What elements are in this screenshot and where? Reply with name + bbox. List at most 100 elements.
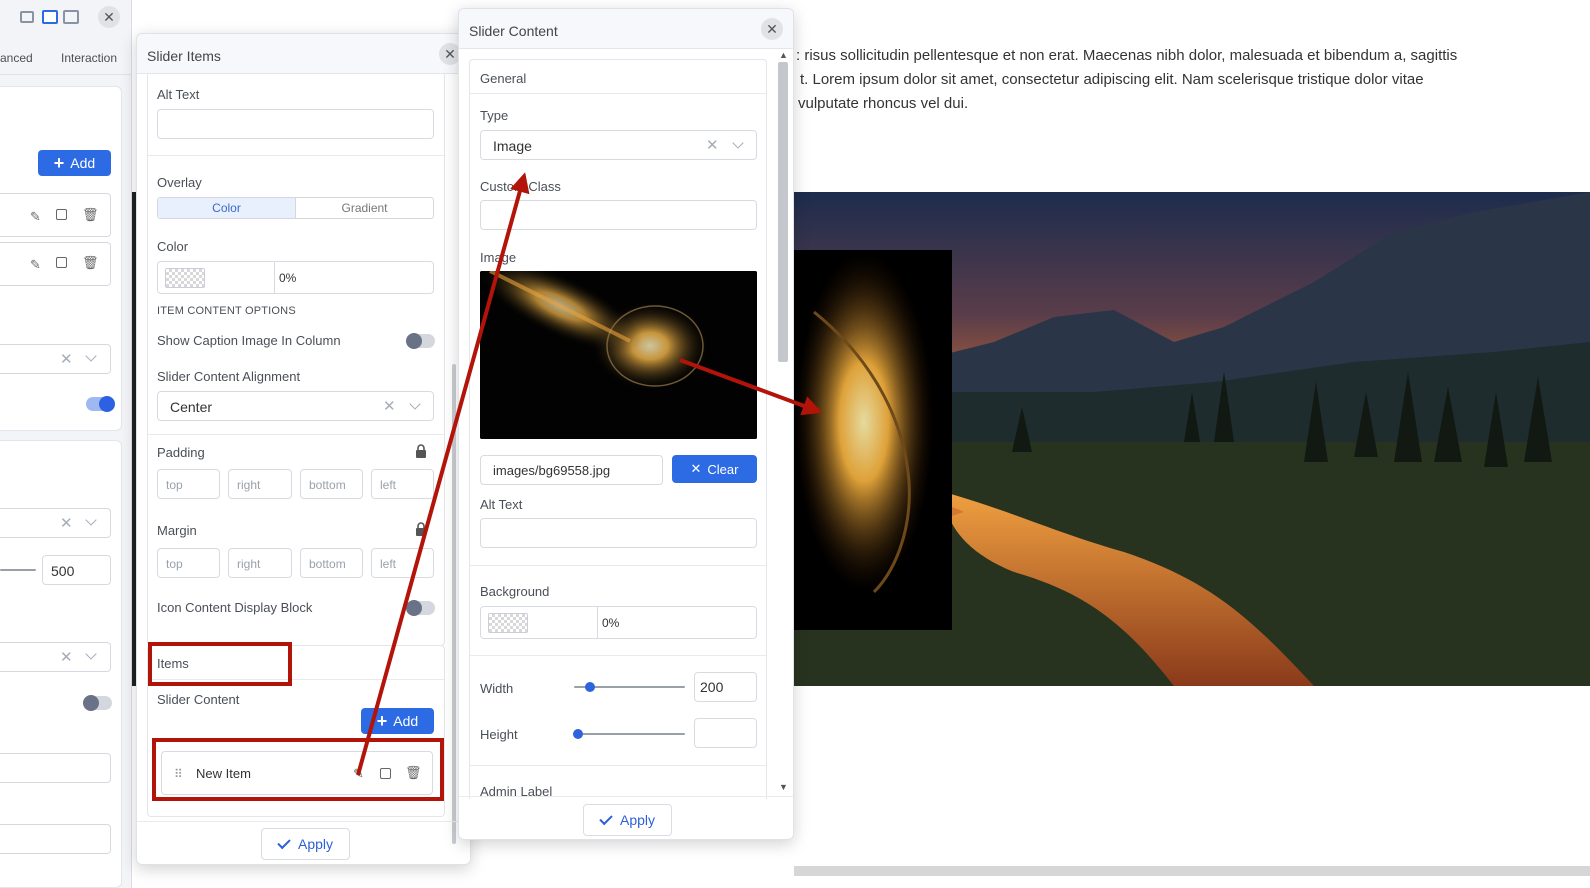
- slider-background-image: [794, 192, 1590, 686]
- background-label: Background: [480, 584, 550, 599]
- chevron-down-icon[interactable]: [409, 398, 421, 410]
- add-button[interactable]: + Add: [38, 150, 111, 176]
- clear-icon[interactable]: ✕: [60, 514, 73, 532]
- clear-icon[interactable]: ✕: [383, 397, 396, 415]
- layout-medium-icon[interactable]: [42, 10, 58, 24]
- tab-advanced[interactable]: anced: [0, 51, 33, 65]
- margin-label: Margin: [157, 523, 197, 538]
- overlay-label: Overlay: [157, 175, 202, 190]
- color-label: Color: [157, 239, 189, 254]
- alt-text-label: Alt Text: [480, 497, 523, 512]
- trash-icon[interactable]: 🗑: [82, 207, 99, 222]
- alignment-select[interactable]: Center ✕: [157, 391, 434, 421]
- trash-icon[interactable]: 🗑: [82, 255, 99, 270]
- divider: [137, 821, 470, 822]
- height-slider-thumb[interactable]: [573, 729, 583, 739]
- add-button-label: Add: [70, 155, 96, 171]
- color-swatch[interactable]: [165, 268, 205, 288]
- edit-icon[interactable]: ✎: [30, 209, 44, 224]
- duplicate-icon[interactable]: [56, 209, 67, 220]
- range-slider-track[interactable]: [0, 569, 36, 571]
- check-icon: [277, 835, 291, 849]
- color-swatch[interactable]: [488, 613, 528, 633]
- duplicate-icon[interactable]: [56, 257, 67, 268]
- text-input[interactable]: [0, 753, 111, 783]
- background-color-picker[interactable]: 0%: [480, 606, 757, 639]
- lock-icon[interactable]: [415, 444, 427, 458]
- new-item-highlight-box: [152, 738, 444, 801]
- select-field[interactable]: [0, 344, 111, 374]
- add-item-label: Add: [393, 713, 419, 729]
- clear-icon[interactable]: ✕: [60, 350, 73, 368]
- close-icon[interactable]: ✕: [761, 18, 783, 40]
- light-bulb-image: [480, 271, 757, 439]
- text-input[interactable]: [0, 824, 111, 854]
- image-path-input[interactable]: images/bg69558.jpg: [480, 455, 663, 485]
- show-caption-toggle[interactable]: [406, 333, 435, 349]
- color-picker[interactable]: 0%: [157, 261, 434, 294]
- background-opacity-value: 0%: [602, 616, 620, 630]
- image-preview[interactable]: [480, 271, 757, 439]
- toggle-switch[interactable]: [86, 396, 115, 412]
- body-text-line: : risus sollicitudin pellentesque et non…: [796, 47, 1458, 64]
- tab-interaction[interactable]: Interaction: [61, 51, 117, 65]
- padding-right-input[interactable]: right: [228, 469, 292, 499]
- divider: [470, 565, 766, 566]
- select-field[interactable]: [0, 642, 111, 672]
- clear-image-button[interactable]: ✕ Clear: [672, 455, 757, 483]
- width-slider-thumb[interactable]: [585, 682, 595, 692]
- divider: [470, 93, 766, 94]
- custom-class-label: Custom Class: [480, 179, 561, 194]
- tab-gradient[interactable]: Gradient: [296, 198, 433, 218]
- body-text-line: vulputate rhoncus vel dui.: [798, 95, 969, 112]
- select-field[interactable]: [0, 508, 111, 538]
- clear-icon[interactable]: ✕: [60, 648, 73, 666]
- height-slider-track[interactable]: [574, 733, 685, 735]
- margin-bottom-input[interactable]: bottom: [300, 548, 363, 578]
- margin-right-input[interactable]: right: [228, 548, 292, 578]
- divider: [470, 765, 766, 766]
- layout-large-icon[interactable]: [63, 10, 79, 24]
- padding-top-input[interactable]: top: [157, 469, 220, 499]
- show-caption-label: Show Caption Image In Column: [157, 333, 341, 348]
- edit-icon[interactable]: ✎: [30, 257, 44, 272]
- page-body-text: : risus sollicitudin pellentesque et non…: [796, 44, 1516, 116]
- padding-bottom-input[interactable]: bottom: [300, 469, 363, 499]
- check-icon: [599, 811, 613, 825]
- number-input[interactable]: 500: [42, 555, 111, 585]
- apply-label: Apply: [619, 812, 656, 828]
- chevron-down-icon[interactable]: [732, 137, 744, 149]
- clear-label: Clear: [707, 461, 739, 477]
- margin-top-input[interactable]: top: [157, 548, 220, 578]
- tab-color[interactable]: Color: [158, 198, 296, 218]
- lock-icon[interactable]: [415, 522, 427, 536]
- close-icon[interactable]: ✕: [98, 6, 120, 28]
- sunset-landscape-image: [794, 192, 1590, 686]
- apply-button[interactable]: Apply: [583, 804, 672, 836]
- padding-label: Padding: [157, 445, 205, 460]
- section-heading: ITEM CONTENT OPTIONS: [157, 305, 296, 317]
- add-item-button[interactable]: + Add: [361, 708, 434, 734]
- alt-text-input[interactable]: [157, 109, 434, 139]
- plus-icon: +: [376, 711, 388, 731]
- height-input[interactable]: [694, 718, 757, 748]
- apply-label: Apply: [297, 836, 334, 852]
- divider: [148, 155, 444, 156]
- width-input[interactable]: 200: [694, 672, 757, 702]
- page-horizontal-scrollbar[interactable]: [794, 866, 1590, 876]
- height-label: Height: [480, 727, 518, 742]
- apply-button[interactable]: Apply: [261, 828, 350, 860]
- icon-block-toggle[interactable]: [406, 600, 435, 616]
- custom-class-input[interactable]: [480, 200, 757, 230]
- type-select[interactable]: Image ✕: [480, 130, 757, 160]
- toggle-switch[interactable]: [83, 695, 112, 711]
- padding-left-input[interactable]: left: [371, 469, 434, 499]
- margin-left-input[interactable]: left: [371, 548, 434, 578]
- layout-small-icon[interactable]: [20, 11, 34, 23]
- alt-text-input[interactable]: [480, 518, 757, 548]
- items-highlight-box: [148, 642, 292, 686]
- close-icon: ✕: [690, 461, 702, 476]
- vertical-scrollbar[interactable]: ▲ ▼: [777, 50, 789, 796]
- modal-scrollbar[interactable]: [452, 364, 456, 844]
- clear-icon[interactable]: ✕: [706, 136, 719, 154]
